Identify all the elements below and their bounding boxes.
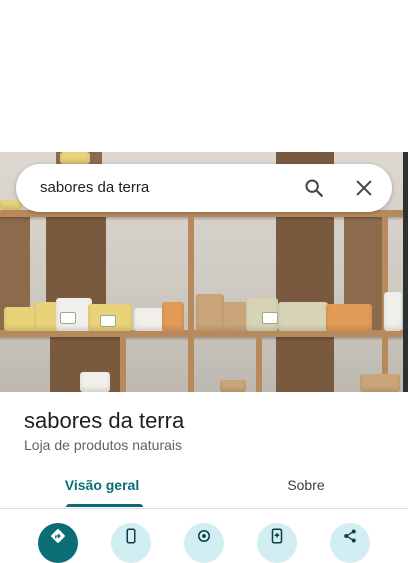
photo-bag [134, 308, 164, 331]
tab-about[interactable]: Sobre [204, 466, 408, 508]
photo-shelf [0, 330, 403, 337]
directions-icon [51, 529, 65, 543]
photo-bag [196, 294, 224, 331]
photo-bag-label [262, 312, 278, 324]
photo-bag-label [60, 312, 76, 324]
divider [0, 508, 408, 509]
share-button[interactable] [330, 523, 370, 563]
search-button[interactable] [300, 174, 328, 202]
photo-post [120, 330, 126, 392]
search-bar[interactable]: sabores da terra [16, 164, 392, 212]
photo-bag [0, 200, 22, 210]
photo-bag [326, 304, 372, 331]
place-category[interactable]: Loja de produtos naturais [24, 437, 182, 453]
tab-overview[interactable]: Visão geral [0, 466, 204, 508]
add-to-phone-icon [271, 528, 283, 544]
photo-post [188, 210, 194, 392]
photo-bag [360, 374, 400, 392]
photo-bag-label [100, 315, 116, 327]
close-icon [356, 180, 372, 196]
map-area [0, 0, 408, 152]
photo-bag [162, 302, 184, 331]
nearby-button[interactable] [184, 523, 224, 563]
photo-bag [60, 152, 90, 164]
send-to-phone-button[interactable] [257, 523, 297, 563]
photo-bag [278, 302, 328, 331]
search-icon [305, 179, 323, 197]
place-title: sabores da terra [24, 408, 185, 433]
nearby-icon [198, 530, 210, 542]
photo-bag [220, 380, 246, 392]
photo-bag [384, 292, 402, 331]
photo-post [256, 330, 262, 392]
phone-icon [126, 528, 136, 544]
call-button[interactable] [111, 523, 151, 563]
directions-button[interactable] [38, 523, 78, 563]
photo-bag [80, 372, 110, 392]
photo-bag [4, 307, 38, 331]
place-tabs: Visão geral Sobre [0, 466, 408, 508]
photo-bag [222, 302, 248, 331]
active-tab-indicator [66, 504, 143, 507]
search-input[interactable]: sabores da terra [40, 164, 149, 212]
clear-search-button[interactable] [350, 174, 378, 202]
panel-edge [403, 152, 408, 392]
share-icon [344, 529, 356, 543]
